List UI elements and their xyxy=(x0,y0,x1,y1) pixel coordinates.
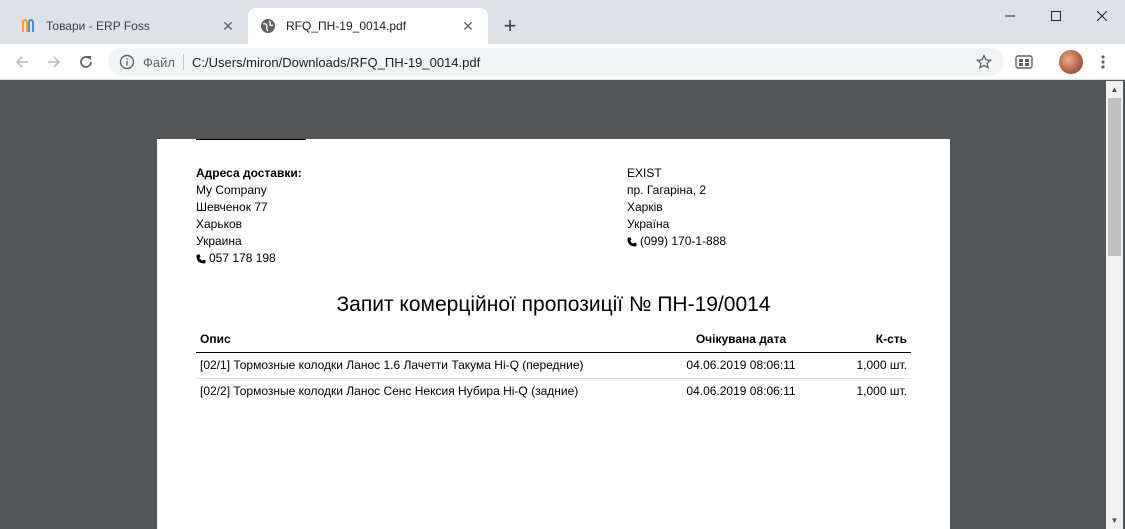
delivery-address: Адреса доставки: My Company Шевченок 77 … xyxy=(196,165,302,267)
vendor-phone: (099) 170-1-888 xyxy=(627,233,726,250)
reload-icon xyxy=(80,56,92,68)
delivery-heading: Адреса доставки: xyxy=(196,166,302,180)
tab-title: RFQ_ПН-19_0014.pdf xyxy=(286,19,407,33)
table-row: [02/1] Тормозные колодки Ланос 1.6 Лачет… xyxy=(196,352,911,379)
info-icon[interactable] xyxy=(119,54,135,70)
omnibox-divider xyxy=(182,54,184,70)
avatar[interactable] xyxy=(1059,50,1083,74)
scheme-label: Файл xyxy=(143,54,175,70)
address-bar[interactable]: Файл C:/Users/miron/Downloads/RFQ_ПН-19_… xyxy=(108,48,1004,76)
minimize-icon[interactable] xyxy=(987,0,1033,32)
new-tab-button[interactable]: + xyxy=(496,13,524,38)
url-text[interactable]: C:/Users/miron/Downloads/RFQ_ПН-19_0014.… xyxy=(192,55,974,70)
scroll-down-arrow-icon[interactable]: ▼ xyxy=(1106,512,1123,529)
row-date: 04.06.2019 08:06:11 xyxy=(686,384,796,399)
address-line: Украина xyxy=(196,234,242,248)
tab-title: Товари - ERP Foss xyxy=(46,19,150,33)
address-line: My Company xyxy=(196,183,267,197)
reload-button[interactable] xyxy=(72,48,100,76)
order-lines-table: Опис Очікувана дата К-сть [02/1] Тормозн… xyxy=(196,327,911,404)
phone-icon xyxy=(196,254,206,264)
scroll-up-arrow-icon[interactable]: ▲ xyxy=(1106,81,1123,98)
document-title: Запит комерційної пропозиції № ПН-19/001… xyxy=(336,293,771,316)
address-line: EXIST xyxy=(627,166,662,180)
menu-dots-icon[interactable] xyxy=(1094,50,1112,74)
arrow-right-icon xyxy=(48,56,61,68)
address-line: Харків xyxy=(627,200,663,214)
vertical-scrollbar[interactable]: ▲ ▼ xyxy=(1106,81,1123,529)
maximize-icon[interactable] xyxy=(1033,0,1079,32)
pdf-page: Адреса доставки: My Company Шевченок 77 … xyxy=(157,139,950,529)
scroll-thumb[interactable] xyxy=(1108,98,1121,256)
vendor-address: EXIST пр. Гагаріна, 2 Харків Україна (09… xyxy=(627,165,726,250)
delivery-phone: 057 178 198 xyxy=(196,250,302,267)
column-header-qty: К-сть xyxy=(821,327,911,353)
row-description: [02/1] Тормозные колодки Ланос 1.6 Лачет… xyxy=(196,352,661,379)
row-qty: 1,000 шт. xyxy=(821,352,911,379)
row-description: [02/2] Тормозные колодки Ланос Сенс Некс… xyxy=(200,384,579,399)
row-qty: 1,000 шт. xyxy=(856,384,908,399)
table-row: [02/2] Тормозные колодки Ланос Сенс Некс… xyxy=(196,378,911,404)
bookmark-star-icon[interactable] xyxy=(974,52,994,72)
table-header-row: Опис Очікувана дата К-сть xyxy=(196,327,911,353)
column-header-description: Опис xyxy=(196,327,661,353)
tab-erp-foss[interactable]: Товари - ERP Foss ✕ xyxy=(8,8,248,44)
pdf-viewer[interactable]: Адреса доставки: My Company Шевченок 77 … xyxy=(0,81,1125,529)
row-date: 04.06.2019 08:06:11 xyxy=(661,352,821,379)
address-line: Харьков xyxy=(196,217,243,231)
phone-number: (099) 170-1-888 xyxy=(640,234,727,248)
header-rule xyxy=(196,139,306,140)
tab-strip: Товари - ERP Foss ✕ RFQ_ПН-19_0014.pdf ✕… xyxy=(0,0,1125,44)
forward-button[interactable] xyxy=(40,48,68,76)
erp-logo-icon xyxy=(20,18,36,34)
column-header-date: Очікувана дата xyxy=(661,327,821,353)
address-line: Шевченок 77 xyxy=(196,200,268,214)
tab-close-icon[interactable]: ✕ xyxy=(220,18,236,34)
extension-icon[interactable] xyxy=(1012,52,1036,72)
globe-icon xyxy=(260,18,276,34)
address-line: пр. Гагаріна, 2 xyxy=(627,183,707,197)
back-button[interactable] xyxy=(8,48,36,76)
tab-close-icon[interactable]: ✕ xyxy=(460,18,476,34)
arrow-left-icon xyxy=(15,56,28,68)
phone-icon xyxy=(627,237,637,247)
address-line: Україна xyxy=(627,217,670,231)
phone-number: 057 178 198 xyxy=(209,251,276,265)
close-icon[interactable] xyxy=(1079,0,1125,32)
browser-toolbar: Файл C:/Users/miron/Downloads/RFQ_ПН-19_… xyxy=(0,44,1125,80)
tab-rfq-pdf[interactable]: RFQ_ПН-19_0014.pdf ✕ xyxy=(248,8,488,44)
